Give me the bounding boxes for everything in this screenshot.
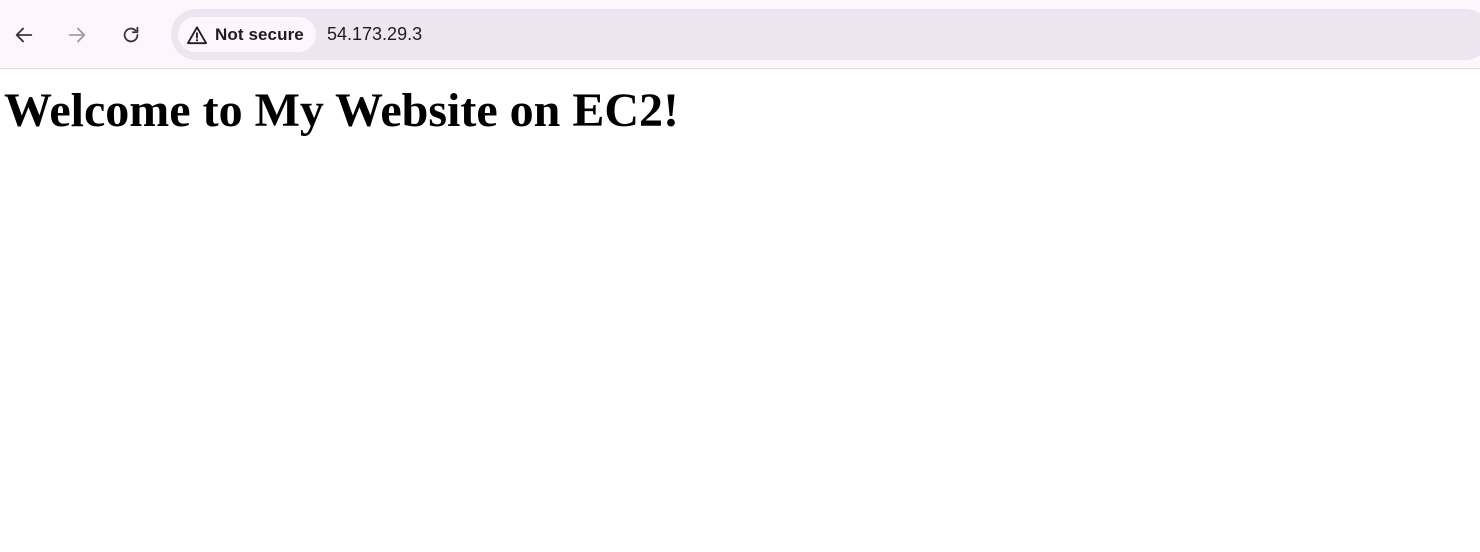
url-text[interactable]: 54.173.29.3 [327, 9, 422, 60]
warning-triangle-icon [187, 25, 207, 44]
page-heading: Welcome to My Website on EC2! [4, 84, 680, 137]
back-button[interactable] [6, 17, 42, 53]
security-indicator-button[interactable]: Not secure [178, 17, 316, 52]
forward-button[interactable] [59, 17, 95, 53]
reload-icon [123, 26, 139, 43]
arrow-right-icon [68, 27, 86, 43]
reload-button[interactable] [113, 17, 149, 53]
address-bar[interactable]: Not secure 54.173.29.3 [171, 9, 1480, 60]
browser-toolbar: Not secure 54.173.29.3 [0, 0, 1480, 69]
security-status-label: Not secure [215, 24, 304, 44]
arrow-left-icon [15, 27, 33, 43]
